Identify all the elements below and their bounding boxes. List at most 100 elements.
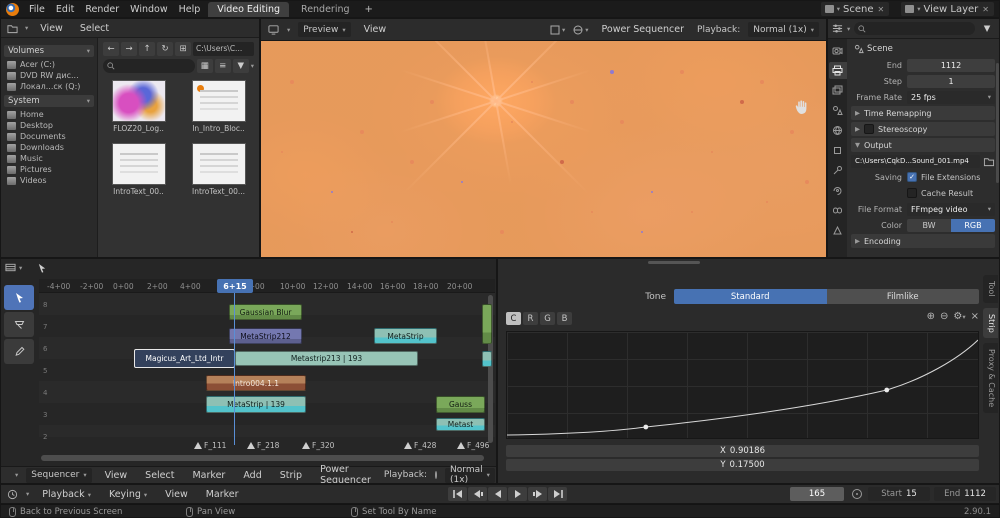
cursor-tool-icon[interactable] [37, 263, 47, 273]
play-button[interactable] [508, 487, 527, 501]
up-directory-button[interactable]: ↑ [139, 42, 155, 56]
strip-partial[interactable] [482, 351, 492, 367]
volume-item[interactable]: Локал...ск (Q:) [4, 81, 94, 92]
preview-view-menu[interactable]: View [359, 22, 392, 37]
timeline-ruler[interactable]: -4+00 -2+00 0+00 2+00 4+00 8+00 10+00 12… [39, 279, 495, 293]
keying-menu[interactable]: Keying ▾ [104, 487, 152, 502]
delete-point-icon[interactable]: × [971, 311, 979, 322]
tab-strip[interactable]: Strip [983, 308, 998, 339]
file-extensions-checkbox[interactable]: ✓ [907, 172, 917, 182]
end-frame-field[interactable]: End 1112 [934, 487, 996, 501]
timeline-marker-menu[interactable]: Marker [201, 487, 244, 502]
menu-window[interactable]: Window [125, 2, 172, 17]
sequencer-view-menu[interactable]: View [100, 468, 133, 483]
step-field[interactable]: 1 [907, 75, 995, 88]
playhead[interactable] [234, 293, 235, 445]
select-box-tool-button[interactable] [4, 285, 34, 310]
display-mode-thumbnails-button[interactable]: ▦ [197, 59, 213, 73]
sequencer-playback-speed-dropdown[interactable]: Normal (1x) ▾ [445, 468, 495, 483]
system-item-documents[interactable]: Documents [4, 131, 94, 142]
tone-standard-button[interactable]: Standard [674, 289, 827, 304]
sequencer-mode-dropdown[interactable]: Sequencer ▾ [26, 468, 91, 483]
timeline-marker[interactable]: F_496 [457, 441, 489, 450]
playback-menu[interactable]: Playback ▾ [37, 487, 96, 502]
view-layer-selector[interactable]: ▾ View Layer ✕ [901, 2, 994, 16]
timeline-marker[interactable]: F_111 [194, 441, 226, 450]
overlays-toggle[interactable]: ▾ [573, 25, 588, 35]
sequencer-marker-menu[interactable]: Marker [187, 468, 230, 483]
strip-metastrip[interactable]: MetaStrip [374, 328, 437, 344]
tab-data-properties[interactable] [829, 222, 847, 239]
channel-b-button[interactable]: B [557, 312, 572, 325]
prev-keyframe-button[interactable] [468, 487, 487, 501]
stereoscopy-checkbox[interactable] [864, 124, 874, 134]
file-browser-view-menu[interactable]: View [35, 21, 68, 36]
system-item-downloads[interactable]: Downloads [4, 142, 94, 153]
color-rgb-button[interactable]: RGB [951, 219, 995, 232]
section-time-remapping[interactable]: ▶ Time Remapping [851, 106, 995, 120]
tab-output-properties[interactable] [829, 62, 847, 79]
start-frame-field[interactable]: Start 15 [868, 487, 930, 501]
strip-partial[interactable] [482, 304, 492, 344]
new-folder-button[interactable]: ⊞ [175, 42, 191, 56]
tab-constraints-properties[interactable] [829, 202, 847, 219]
jump-to-end-button[interactable] [548, 487, 567, 501]
timeline-marker[interactable]: F_320 [302, 441, 334, 450]
gizmo-toggle[interactable]: ▾ [550, 25, 565, 35]
strip-gaussian-blur[interactable]: Gaussian Blur [229, 304, 302, 320]
channel-c-button[interactable]: C [506, 312, 521, 325]
play-reverse-button[interactable] [488, 487, 507, 501]
tab-object-properties[interactable] [829, 142, 847, 159]
workspace-tab-rendering[interactable]: Rendering [292, 2, 359, 17]
power-sequencer-menu[interactable]: Power Sequencer [597, 22, 690, 37]
zoom-in-icon[interactable]: ⊕ [927, 311, 935, 322]
scrollbar[interactable] [996, 63, 999, 183]
filter-icon[interactable]: ▼ [979, 22, 995, 36]
point-y-field[interactable]: Y 0.17500 [506, 459, 979, 471]
strip-gauss[interactable]: Gauss [436, 396, 485, 413]
tone-filmlike-button[interactable]: Filmlike [827, 289, 980, 304]
properties-editor-icon[interactable] [832, 23, 843, 34]
strip-metastrip-139[interactable]: MetaStrip | 139 [206, 396, 306, 413]
zoom-out-icon[interactable]: ⊖ [940, 311, 948, 322]
color-bw-button[interactable]: BW [907, 219, 951, 232]
tab-world-properties[interactable] [829, 122, 847, 139]
system-section-header[interactable]: System ▾ [4, 95, 94, 107]
timeline-editor-icon[interactable] [7, 489, 18, 500]
scene-selector[interactable]: ▾ Scene ✕ [821, 2, 889, 16]
sequencer-editor-icon[interactable] [5, 262, 16, 273]
unlink-scene-icon[interactable]: ✕ [877, 5, 886, 14]
point-x-field[interactable]: X 0.90186 [506, 445, 979, 457]
timeline-marker[interactable]: F_218 [247, 441, 279, 450]
volume-item[interactable]: DVD RW дис... [4, 70, 94, 81]
frame-rate-dropdown[interactable]: 25 fps ▾ [907, 91, 995, 104]
sequencer-power-sequencer-menu[interactable]: Power Sequencer [315, 462, 376, 484]
add-workspace-button[interactable]: + [360, 3, 378, 16]
section-encoding[interactable]: ▶ Encoding [851, 234, 995, 248]
volume-item[interactable]: Acer (C:) [4, 59, 94, 70]
file-item[interactable]: IntroText_00... [187, 143, 251, 196]
timeline-marker[interactable]: F_428 [404, 441, 436, 450]
back-button[interactable]: ← [103, 42, 119, 56]
tab-tool[interactable]: Tool [983, 275, 998, 303]
strip-magicus-art-ltd-intr-selected[interactable]: Magicus_Art_Ltd_Intr [134, 349, 235, 368]
unlink-view-layer-icon[interactable]: ✕ [981, 5, 990, 14]
display-mode-list-button[interactable]: ≡ [215, 59, 231, 73]
tab-modifiers-properties[interactable] [829, 162, 847, 179]
strip-metast[interactable]: Metast [436, 418, 485, 431]
properties-search-input[interactable] [854, 22, 975, 35]
strip-metastrip213[interactable]: Metastrip213 | 193 [235, 351, 418, 366]
file-search-input[interactable] [103, 59, 195, 73]
path-input[interactable]: C:\Users\C... [193, 42, 254, 56]
sequencer-strip-menu[interactable]: Strip [275, 468, 307, 483]
curve-editor-canvas[interactable] [506, 331, 979, 439]
tab-render-properties[interactable] [829, 42, 847, 59]
current-frame-field[interactable]: 165 [790, 487, 844, 501]
blade-tool-button[interactable] [4, 312, 34, 337]
tab-view-layer-properties[interactable] [829, 82, 847, 99]
preview-editor-icon[interactable] [268, 24, 279, 35]
auto-keying-toggle[interactable] [852, 489, 862, 499]
file-format-dropdown[interactable]: FFmpeg video ▾ [907, 203, 995, 216]
end-frame-field[interactable]: 1112 [907, 59, 995, 72]
curve-tools-dropdown[interactable]: ⚙▾ [953, 311, 965, 322]
